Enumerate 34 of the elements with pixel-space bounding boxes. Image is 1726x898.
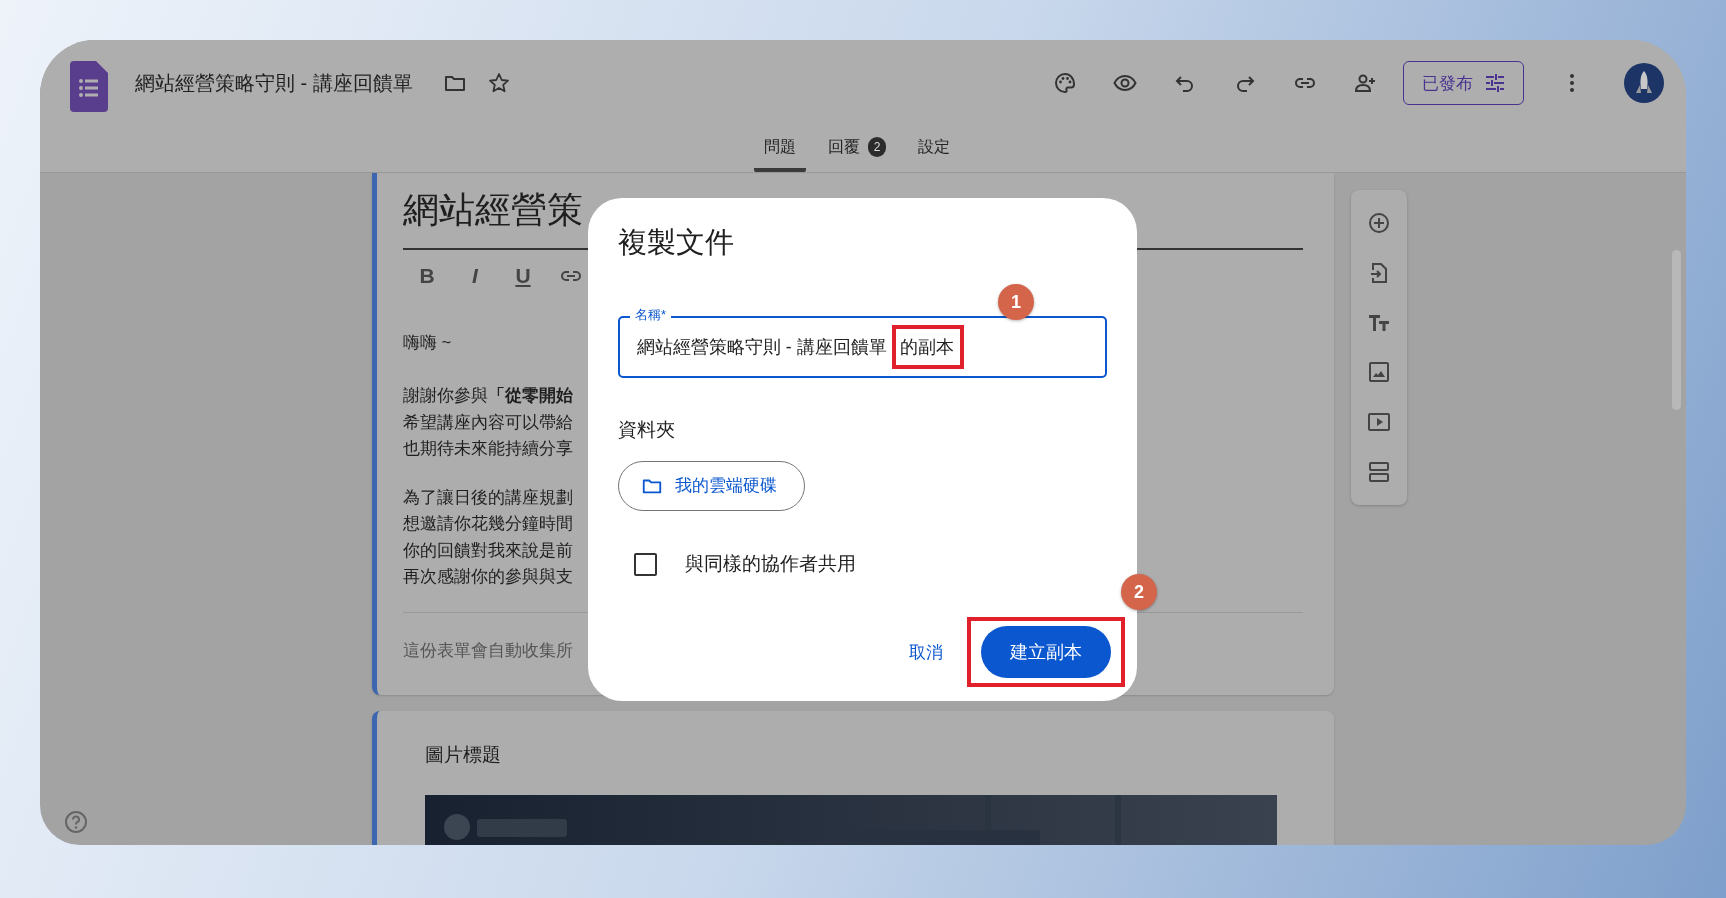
format-button[interactable]: I — [463, 264, 487, 288]
description-line: 想邀請你花幾分鐘時間 — [403, 513, 573, 534]
description-line: 希望講座內容可以帶給 — [403, 411, 573, 433]
checkbox-label[interactable]: 與同樣的協作者共用 — [685, 551, 856, 577]
sliders-icon — [1483, 71, 1507, 95]
image-title: 圖片標題 — [425, 743, 502, 767]
folder-button[interactable]: 我的雲端硬碟 — [618, 461, 805, 511]
create-copy-button[interactable]: 建立副本 — [981, 626, 1111, 678]
document-title[interactable]: 網站經營策略守則 - 講座回饋單 — [135, 69, 413, 97]
star-icon[interactable] — [486, 71, 511, 95]
folder-label: 資料夾 — [618, 418, 676, 442]
description-line: 再次感謝你的參與與支 — [403, 566, 573, 587]
add-circle-icon[interactable] — [1367, 210, 1391, 235]
format-button[interactable]: U — [511, 264, 535, 288]
forms-logo-icon[interactable] — [70, 60, 108, 112]
checkbox[interactable] — [634, 552, 657, 576]
avatar[interactable] — [1624, 63, 1664, 103]
step-badge: 1 — [998, 284, 1034, 320]
greeting-text: 嗨嗨 ~ — [403, 332, 452, 353]
image-icon[interactable] — [1367, 360, 1391, 385]
tab[interactable]: 設定 — [908, 126, 960, 172]
palette-icon[interactable] — [1053, 71, 1077, 95]
published-button[interactable]: 已發布 — [1403, 61, 1524, 105]
step-badge: 2 — [1121, 574, 1157, 610]
description-line: 為了讓日後的講座規劃 — [403, 486, 573, 508]
format-button[interactable]: B — [415, 264, 439, 288]
description-line: 謝謝你參與「從零開始 — [403, 385, 573, 406]
description-line: 也期待未來能持續分享 — [403, 438, 573, 459]
section-icon[interactable] — [1367, 460, 1391, 485]
dialog-title: 複製文件 — [618, 225, 735, 260]
tab[interactable]: 回覆 2 — [818, 126, 896, 172]
description-line: 你的回饋對我來說是前 — [403, 539, 573, 561]
collection-notice: 這份表單會自動收集所 — [403, 639, 573, 661]
cancel-button[interactable]: 取消 — [905, 632, 947, 672]
